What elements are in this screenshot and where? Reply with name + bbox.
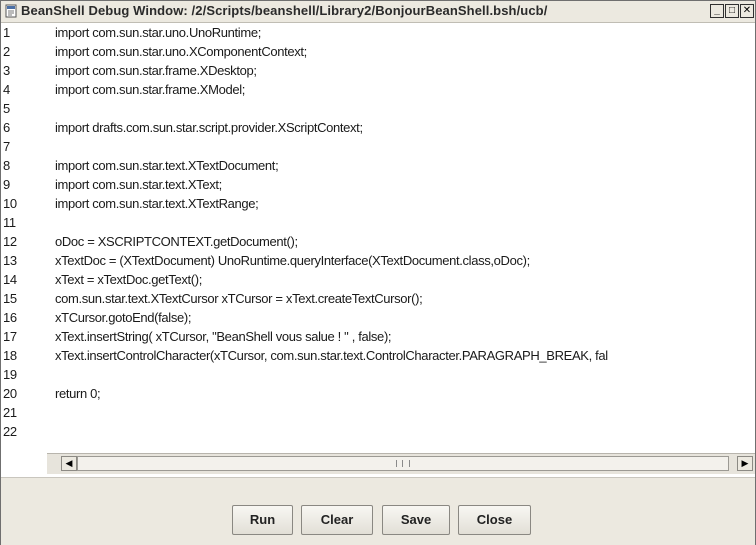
line-number: 5 (3, 101, 10, 116)
code-line[interactable]: return 0; (55, 384, 101, 403)
beanshell-debug-window: BeanShell Debug Window: /2/Scripts/beans… (0, 0, 756, 545)
code-line[interactable]: import com.sun.star.text.XText; (55, 175, 222, 194)
code-line[interactable]: xText.insertString( xTCursor, "BeanShell… (55, 327, 392, 346)
document-icon (5, 4, 17, 18)
scrollbar-thumb[interactable] (77, 456, 729, 471)
line-number: 7 (3, 139, 10, 154)
code-line[interactable]: import com.sun.star.frame.XDesktop; (55, 61, 257, 80)
window-title: BeanShell Debug Window: /2/Scripts/beans… (21, 3, 548, 18)
title-bar[interactable]: BeanShell Debug Window: /2/Scripts/beans… (1, 1, 755, 23)
code-line[interactable]: xText = xTextDoc.getText(); (55, 270, 202, 289)
line-number: 13 (3, 253, 17, 268)
line-number: 4 (3, 82, 10, 97)
scroll-right-button[interactable]: ▶ (737, 456, 753, 471)
line-number: 6 (3, 120, 10, 135)
line-number: 17 (3, 329, 17, 344)
line-number: 12 (3, 234, 17, 249)
code-line[interactable]: import com.sun.star.text.XTextDocument; (55, 156, 279, 175)
run-button[interactable]: Run (232, 505, 293, 535)
line-number: 19 (3, 367, 17, 382)
save-button[interactable]: Save (382, 505, 450, 535)
line-number: 8 (3, 158, 10, 173)
line-number: 10 (3, 196, 17, 211)
line-number: 11 (3, 215, 16, 230)
code-text-area[interactable]: import com.sun.star.uno.UnoRuntime; impor… (55, 23, 755, 477)
line-number: 2 (3, 44, 10, 59)
scroll-left-button[interactable]: ◀ (61, 456, 77, 471)
code-line[interactable]: import com.sun.star.uno.XComponentContex… (55, 42, 307, 61)
line-number: 22 (3, 424, 17, 439)
button-bar: Run Clear Save Close (1, 477, 755, 545)
close-button[interactable]: Close (458, 505, 531, 535)
maximize-button[interactable]: □ (725, 4, 739, 18)
line-number: 21 (3, 405, 17, 420)
line-number: 20 (3, 386, 17, 401)
code-line[interactable]: xTCursor.gotoEnd(false); (55, 308, 191, 327)
code-line[interactable]: import com.sun.star.frame.XModel; (55, 80, 245, 99)
code-line[interactable]: xTextDoc = (XTextDocument) UnoRuntime.qu… (55, 251, 530, 270)
minimize-button[interactable]: _ (710, 4, 724, 18)
clear-button[interactable]: Clear (301, 505, 373, 535)
line-number: 3 (3, 63, 10, 78)
line-number: 9 (3, 177, 10, 192)
horizontal-scrollbar[interactable]: ◀ ▶ (47, 453, 755, 474)
code-line[interactable]: oDoc = XSCRIPTCONTEXT.getDocument(); (55, 232, 298, 251)
line-number-gutter: 1 2 3 4 5 6 7 8 9 10 11 12 13 14 15 16 17 18 19 20 21 22 (1, 23, 47, 477)
line-number: 14 (3, 272, 17, 287)
code-line[interactable]: xText.insertControlCharacter(xTCursor, c… (55, 346, 608, 365)
line-number: 15 (3, 291, 17, 306)
line-number: 16 (3, 310, 17, 325)
line-number: 18 (3, 348, 17, 363)
line-number: 1 (3, 25, 10, 40)
script-editor[interactable]: 1 2 3 4 5 6 7 8 9 10 11 12 13 14 15 16 17 18 19 20 21 22 impo… (1, 23, 755, 477)
code-line[interactable]: import com.sun.star.uno.UnoRuntime; (55, 23, 261, 42)
code-line[interactable]: import drafts.com.sun.star.script.provid… (55, 118, 363, 137)
close-window-button[interactable]: ✕ (740, 4, 754, 18)
code-line[interactable]: com.sun.star.text.XTextCursor xTCursor =… (55, 289, 423, 308)
scrollbar-grip-icon (396, 460, 410, 467)
code-line[interactable]: import com.sun.star.text.XTextRange; (55, 194, 259, 213)
